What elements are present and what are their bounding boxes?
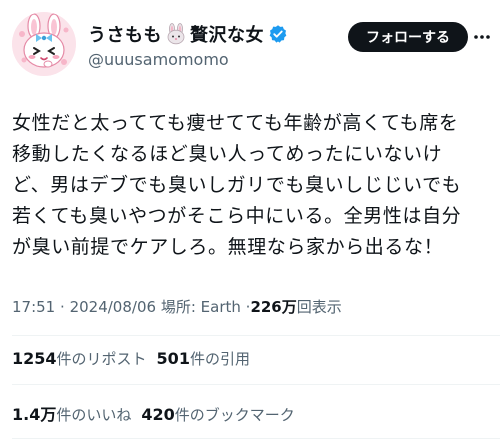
divider xyxy=(12,384,500,385)
bunny-girl-avatar-icon xyxy=(12,12,76,76)
more-menu-icon[interactable] xyxy=(472,27,492,47)
rabbit-face-emoji-icon xyxy=(165,23,187,45)
likes-link[interactable]: 1.4万件のいいね xyxy=(12,405,132,424)
quotes-count: 501 xyxy=(156,349,190,368)
likes-label: 件のいいね xyxy=(56,406,132,424)
bookmarks-label: 件のブックマーク xyxy=(174,406,295,424)
quotes-link[interactable]: 501件の引用 xyxy=(156,349,250,368)
reposts-label: 件のリポスト xyxy=(56,350,147,368)
tweet-time[interactable]: 17:51 xyxy=(12,298,55,316)
bookmarks-link[interactable]: 420件のブックマーク xyxy=(141,405,295,424)
likes-count: 1.4万 xyxy=(12,405,57,424)
stats-row-likes: 1.4万件のいいね 420件のブックマーク xyxy=(12,401,295,425)
stats-row-reposts: 1254件のリポスト 501件の引用 xyxy=(12,348,250,369)
reposts-count: 1254 xyxy=(12,349,57,368)
tweet-text: 女性だと太ってても痩せてても年齢が高くても席を 移動したくなるほど臭い人ってめっ… xyxy=(12,112,462,258)
display-name-row[interactable]: うさもも 贅沢な女 xyxy=(88,21,288,47)
tweet-header: うさもも 贅沢な女 @uuusamomomo フォローする xyxy=(12,12,490,76)
views-label: 回表示 xyxy=(296,298,342,316)
tweet-place: 場所: Earth xyxy=(160,298,241,316)
display-name-suffix[interactable]: 贅沢な女 xyxy=(190,21,264,47)
verified-badge-icon xyxy=(268,24,288,44)
user-handle[interactable]: @uuusamomomo xyxy=(88,50,229,69)
reposts-link[interactable]: 1254件のリポスト xyxy=(12,349,147,368)
avatar[interactable] xyxy=(12,12,76,76)
follow-button[interactable]: フォローする xyxy=(348,22,468,52)
display-name-prefix[interactable]: うさもも xyxy=(88,21,162,47)
tweet-meta: 17:51 · 2024/08/06 場所: Earth ·226万回表示 xyxy=(12,296,342,317)
meta-separator: · xyxy=(60,298,65,316)
divider xyxy=(12,438,500,439)
divider xyxy=(12,335,500,336)
views-count: 226万 xyxy=(250,298,297,316)
tweet-date[interactable]: 2024/08/06 xyxy=(70,298,156,316)
bookmarks-count: 420 xyxy=(141,405,175,424)
quotes-label: 件の引用 xyxy=(189,350,250,368)
